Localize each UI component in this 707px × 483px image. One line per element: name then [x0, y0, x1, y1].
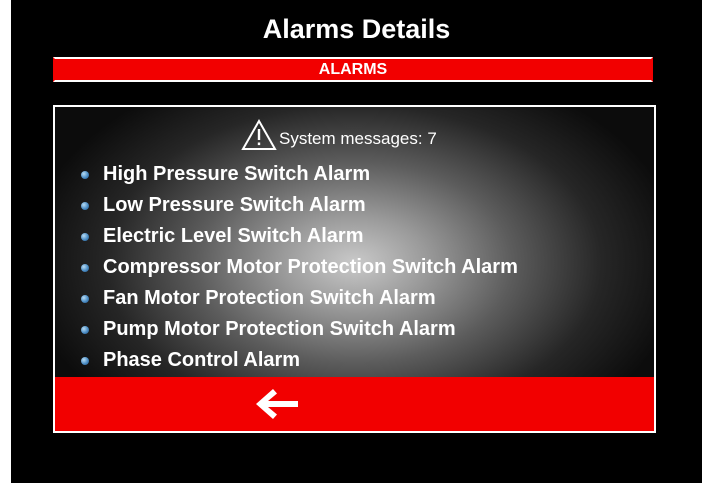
system-messages-count: System messages: 7	[279, 129, 437, 148]
alarm-label: Low Pressure Switch Alarm	[103, 194, 366, 216]
back-button[interactable]	[254, 387, 300, 421]
bullet-icon	[81, 325, 89, 334]
bullet-icon	[81, 356, 89, 365]
footer-bar	[55, 377, 654, 431]
alarm-item: Phase Control Alarm	[81, 345, 518, 376]
alarms-tab-label: ALARMS	[318, 61, 388, 78]
alarms-screen: Alarms Details ALARMS System messages: 7…	[11, 0, 702, 483]
system-messages-panel: System messages: 7 High Pressure Switch …	[53, 105, 656, 433]
bullet-icon	[81, 232, 89, 241]
alarm-label: Phase Control Alarm	[103, 349, 301, 371]
alarm-list: High Pressure Switch Alarm Low Pressure …	[81, 159, 518, 376]
alarm-label: Compressor Motor Protection Switch Alarm	[103, 256, 518, 278]
page-title: Alarms Details	[262, 14, 451, 44]
alarm-label: Electric Level Switch Alarm	[103, 225, 364, 247]
alarm-item: Pump Motor Protection Switch Alarm	[81, 314, 518, 345]
bullet-icon	[81, 294, 89, 303]
alarm-item: Fan Motor Protection Switch Alarm	[81, 283, 518, 314]
alarm-item: Compressor Motor Protection Switch Alarm	[81, 252, 518, 283]
alarms-tab-bar: ALARMS	[53, 57, 653, 82]
alarm-item: Low Pressure Switch Alarm	[81, 190, 518, 221]
alarm-label: Pump Motor Protection Switch Alarm	[103, 318, 456, 340]
bullet-icon	[81, 263, 89, 272]
bullet-icon	[81, 170, 89, 179]
bullet-icon	[81, 201, 89, 210]
alarm-label: Fan Motor Protection Switch Alarm	[103, 287, 436, 309]
alarm-label: High Pressure Switch Alarm	[103, 163, 371, 185]
alarm-item: High Pressure Switch Alarm	[81, 159, 518, 190]
warning-triangle-icon	[241, 119, 277, 150]
messages-header: System messages: 7	[241, 115, 437, 151]
alarm-item: Electric Level Switch Alarm	[81, 221, 518, 252]
arrow-left-icon	[256, 389, 298, 419]
